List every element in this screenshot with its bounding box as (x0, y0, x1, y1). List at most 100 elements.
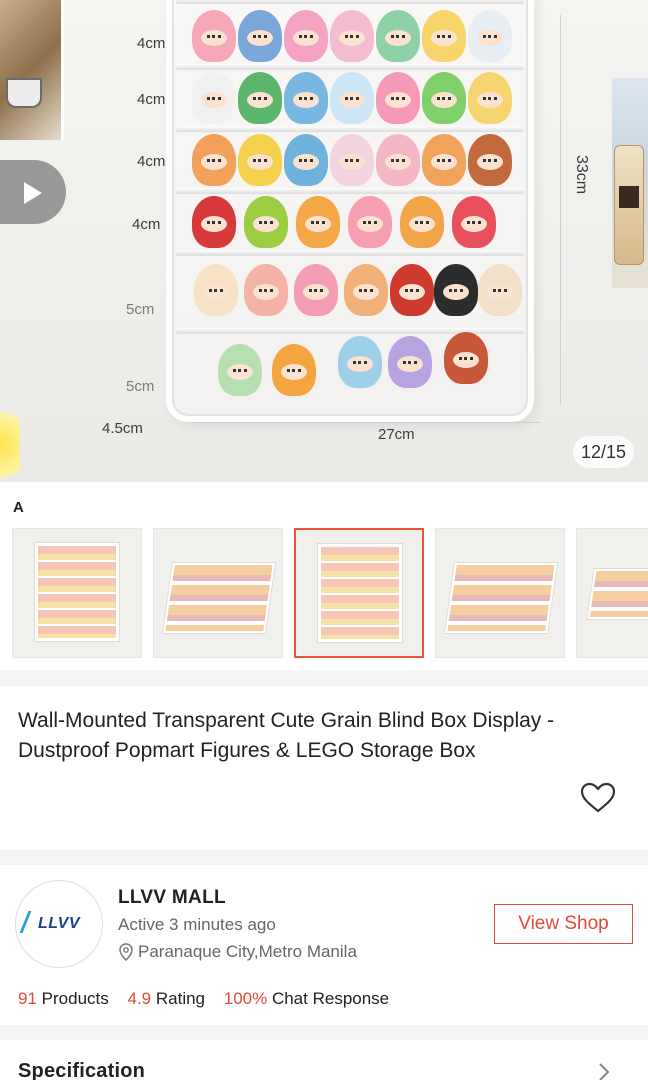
product-image-gallery[interactable]: 4cm 4cm 4cm 4cm 5cm 5cm 33cm 4.5cm 27cm … (0, 0, 648, 482)
figure (194, 264, 238, 316)
product-title-section: Wall-Mounted Transparent Cute Grain Blin… (0, 686, 648, 850)
shelf (176, 126, 524, 132)
figure (468, 10, 512, 62)
figure (422, 134, 466, 186)
figure (294, 264, 338, 316)
chevron-right-icon (599, 1063, 610, 1080)
figure (344, 264, 388, 316)
figure (218, 344, 262, 396)
dimension-label: 4cm (137, 35, 166, 52)
figure (468, 72, 512, 124)
shop-logo-text: LLVV (38, 915, 81, 932)
shop-location: Paranaque City,Metro Manila (138, 942, 357, 961)
figure (284, 10, 328, 62)
figure (452, 196, 496, 248)
decor-bottle (614, 145, 644, 265)
thumb-image (445, 563, 557, 633)
shop-name[interactable]: LLVV MALL (118, 887, 226, 909)
dimension-label: 5cm (126, 378, 155, 395)
variant-thumbnail[interactable] (153, 528, 283, 658)
figure (388, 336, 432, 388)
specification-label: Specification (18, 1060, 146, 1080)
figure (296, 196, 340, 248)
figure (244, 264, 288, 316)
figure (434, 264, 478, 316)
figure (444, 332, 488, 384)
shop-avatar[interactable]: LLVV (15, 880, 103, 968)
play-icon (24, 182, 42, 204)
figure (284, 72, 328, 124)
figure (272, 344, 316, 396)
figure (284, 134, 328, 186)
shelf (176, 64, 524, 70)
location-pin-icon (119, 943, 133, 961)
figure (238, 134, 282, 186)
product-title: Wall-Mounted Transparent Cute Grain Blin… (18, 709, 555, 762)
view-shop-button[interactable]: View Shop (494, 904, 633, 944)
figure (376, 72, 420, 124)
stat-response-label: Chat Response (271, 989, 390, 1008)
figure (192, 134, 236, 186)
figure (376, 10, 420, 62)
variant-thumbnails (12, 528, 648, 658)
figure (244, 196, 288, 248)
stat-products-value: 91 (18, 989, 37, 1008)
thumb-image (318, 544, 402, 642)
thumb-image (587, 569, 648, 619)
figure (400, 196, 444, 248)
shelf (176, 188, 524, 194)
figure (422, 72, 466, 124)
display-cabinet (166, 0, 534, 422)
thumb-image (35, 543, 119, 641)
stat-rating-label: Rating (155, 989, 205, 1008)
height-label: 33cm (573, 155, 590, 195)
width-label: 27cm (378, 426, 415, 443)
depth-label: 4.5cm (102, 420, 143, 437)
image-counter: 12/15 (572, 436, 634, 468)
variant-thumbnail-selected[interactable] (294, 528, 424, 658)
shop-card: LLVV LLVV MALL Active 3 minutes ago Para… (0, 865, 648, 1025)
stat-response: 100% Chat Response (224, 989, 389, 1008)
shop-stats: 91 Products 4.9 Rating 100% Chat Respons… (18, 989, 403, 1009)
variant-thumbnail[interactable] (435, 528, 565, 658)
figure (422, 10, 466, 62)
stat-response-value: 100% (223, 989, 268, 1008)
figure (330, 134, 374, 186)
shop-active-status: Active 3 minutes ago (118, 915, 276, 934)
shelf (176, 0, 524, 4)
play-video-button[interactable] (0, 160, 66, 224)
dimension-label: 4cm (132, 216, 161, 233)
figure (330, 10, 374, 62)
dimension-label: 4cm (137, 91, 166, 108)
figure (390, 264, 434, 316)
heart-icon[interactable] (580, 782, 616, 814)
variant-label: A (13, 499, 24, 516)
figure (478, 264, 522, 316)
figure (192, 72, 236, 124)
stat-rating-value: 4.9 (127, 989, 152, 1008)
stat-products-label: Products (41, 989, 109, 1008)
dimension-label: 5cm (126, 301, 155, 318)
wall-photo (0, 0, 64, 140)
figure (376, 134, 420, 186)
stat-products: 91 Products (18, 989, 109, 1008)
figure (468, 134, 512, 186)
height-line (560, 15, 561, 405)
figure (238, 10, 282, 62)
stat-rating: 4.9 Rating (127, 989, 205, 1008)
wall-photo-cup (6, 78, 42, 108)
thumb-image (163, 563, 275, 633)
figure (330, 72, 374, 124)
figure (238, 72, 282, 124)
variant-selector: A (0, 482, 648, 670)
figure (192, 196, 236, 248)
figure (338, 336, 382, 388)
variant-thumbnail[interactable] (576, 528, 648, 658)
dimension-label: 4cm (137, 153, 166, 170)
shelf (176, 250, 524, 256)
specification-row[interactable]: Specification (0, 1040, 648, 1080)
figure (348, 196, 392, 248)
width-line (190, 422, 540, 423)
figure (192, 10, 236, 62)
variant-thumbnail[interactable] (12, 528, 142, 658)
